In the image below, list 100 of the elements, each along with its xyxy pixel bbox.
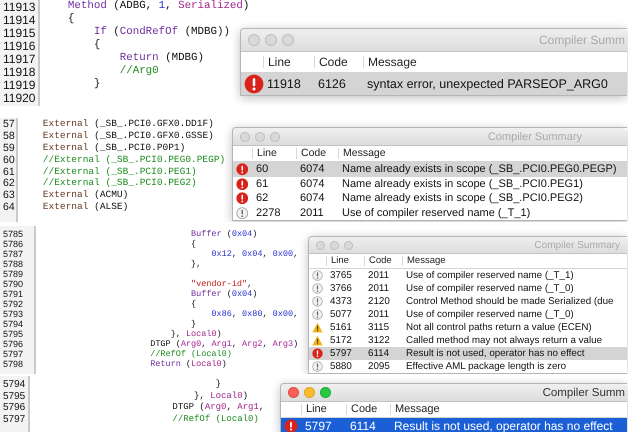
message-row[interactable]: 3766 2011 Use of compiler reserved name (_T_0) (309, 282, 627, 295)
message-row[interactable]: 60 6074 Name already exists in scope (_SB_.PCI0.PEG0.PEGP) (233, 162, 627, 176)
line-number: 5795 (2, 329, 24, 339)
window-title: Compiler Summary (488, 130, 582, 142)
line-number: 5788 (2, 259, 24, 269)
message-cell-text: Use of compiler reserved name (_T_0) (405, 309, 574, 320)
code-line: //RefOf (Local0) (149, 349, 232, 359)
warning-icon (312, 335, 323, 346)
line-number: 5797 (2, 349, 24, 359)
column-header[interactable]: Code (296, 148, 338, 159)
code-line: Return (MDBG) (118, 52, 204, 65)
code-cell-text: 6114 (367, 348, 390, 359)
message-row[interactable]: 5880 2095 Effective AML package length is zero (309, 360, 627, 373)
line-number: 5795 (2, 390, 26, 402)
line-number: 60 (2, 154, 16, 166)
code-cell-text: 6074 (299, 192, 326, 204)
line-cell-text: 5077 (329, 309, 353, 320)
error-icon (284, 419, 298, 432)
window-title: Compiler Summ (538, 33, 625, 47)
code-line: }, Local0) (170, 329, 222, 339)
message-cell-text: syntax error, unexpected PARSEOP_ARG0 (366, 77, 608, 91)
column-header[interactable]: Message (390, 404, 440, 415)
line-number: 5796 (2, 402, 26, 414)
code-line: DTGP (Arg0, Arg1, (171, 402, 264, 414)
line-cell-text: 3765 (329, 270, 353, 281)
exclamation-icon (312, 361, 323, 372)
line-number: 11919 (2, 78, 36, 91)
line-number: 63 (2, 189, 16, 202)
message-row[interactable]: 5077 2011 Use of compiler reserved name (_T_0) (309, 308, 627, 321)
code-cell-text: 2011 (367, 270, 390, 281)
exclamation-icon (312, 296, 323, 307)
minimize-button[interactable] (330, 240, 339, 250)
line-cell-text: 4373 (329, 296, 353, 307)
line-number: 5798 (2, 359, 24, 369)
column-header[interactable]: Code (346, 404, 390, 415)
warning-icon (312, 322, 323, 333)
line-cell-text: 5797 (329, 348, 353, 359)
line-number: 11916 (2, 39, 36, 52)
line-number: 5796 (2, 339, 24, 349)
message-cell-text: Control Method should be made Serialized (due (405, 296, 614, 307)
code-line: DTGP (Arg0, Arg1, Arg2, Arg3) (149, 339, 298, 349)
message-row[interactable]: 62 6074 Name already exists in scope (_SB_.PCI0.PEG2) (233, 191, 627, 206)
column-header[interactable]: Line (301, 404, 346, 415)
line-number: 11920 (2, 91, 36, 104)
message-row[interactable]: 5797 6114 Result is not used, operator has no effect (309, 347, 627, 360)
code-line: { (190, 239, 196, 249)
minimize-button[interactable] (265, 34, 277, 46)
code-line: Return (Local0) (149, 359, 227, 369)
code-cell-text: 2011 (367, 283, 390, 294)
exclamation-icon (312, 270, 323, 281)
column-header[interactable]: Line (252, 148, 296, 159)
minimize-button[interactable] (304, 387, 315, 398)
message-row[interactable]: 5161 3115 Not all control paths return a value (ECEN) (309, 321, 627, 334)
code-line: } (92, 78, 100, 91)
code-line: //RefOf (Local0) (171, 414, 259, 425)
line-cell-text: 11918 (266, 77, 302, 91)
zoom-button[interactable] (282, 34, 294, 46)
column-header[interactable]: Code (314, 56, 363, 68)
column-header[interactable]: Message (363, 56, 417, 68)
code-line: { (92, 39, 100, 52)
column-header[interactable]: Line (326, 256, 364, 266)
code-cell-text: 6074 (299, 178, 326, 190)
message-row[interactable]: 5172 3122 Called method may not always return a value (309, 334, 627, 347)
line-number: 62 (2, 177, 16, 190)
line-number: 5794 (2, 319, 24, 329)
code-cell-text: 2095 (367, 361, 391, 372)
line-cell-text: 3766 (329, 283, 353, 294)
code-line: { (66, 13, 74, 26)
message-cell-text: Called method may not always return a value (405, 335, 602, 346)
line-cell-text: 5161 (329, 322, 353, 333)
column-header[interactable]: Line (263, 56, 314, 68)
message-row[interactable]: 3765 2011 Use of compiler reserved name (_T_1) (309, 269, 627, 282)
message-row[interactable]: 11918 6126 syntax error, unexpected PARSEOP_ARG0 (241, 73, 627, 95)
column-header[interactable]: Message (402, 256, 446, 266)
close-button[interactable] (248, 34, 260, 46)
exclamation-icon (312, 309, 323, 320)
line-cell-text: 5880 (329, 361, 353, 372)
close-button[interactable] (316, 240, 325, 250)
zoom-button[interactable] (270, 132, 280, 142)
code-line: "vendor-id", (190, 279, 252, 289)
close-button[interactable] (240, 132, 250, 142)
column-header[interactable]: Message (338, 148, 386, 159)
line-cell-text: 5797 (304, 419, 333, 432)
column-header[interactable]: Code (364, 256, 402, 266)
zoom-button[interactable] (344, 240, 353, 250)
message-row[interactable]: 61 6074 Name already exists in scope (_SB_.PCI0.PEG1) (233, 176, 627, 191)
message-row[interactable]: 2278 2011 Use of compiler reserved name (_T_1) (233, 206, 627, 220)
message-cell-text: Effective AML package length is zero (405, 361, 566, 372)
code-line: If (CondRefOf (MDBG)) (92, 26, 230, 39)
line-number: 59 (2, 142, 16, 154)
code-line: //External (_SB_.PCI0.PEG0.PEGP) (42, 154, 226, 166)
zoom-button[interactable] (320, 387, 331, 398)
minimize-button[interactable] (255, 132, 265, 142)
window-title: Compiler Summ (542, 386, 625, 398)
line-cell-text: 60 (255, 163, 270, 176)
code-line: 0x86, 0x80, 0x00, (210, 309, 298, 319)
line-cell-text: 2278 (255, 206, 282, 219)
exclamation-icon (312, 283, 323, 294)
close-button[interactable] (288, 387, 299, 398)
message-row[interactable]: 4373 2120 Control Method should be made Serialized (due (309, 295, 627, 308)
